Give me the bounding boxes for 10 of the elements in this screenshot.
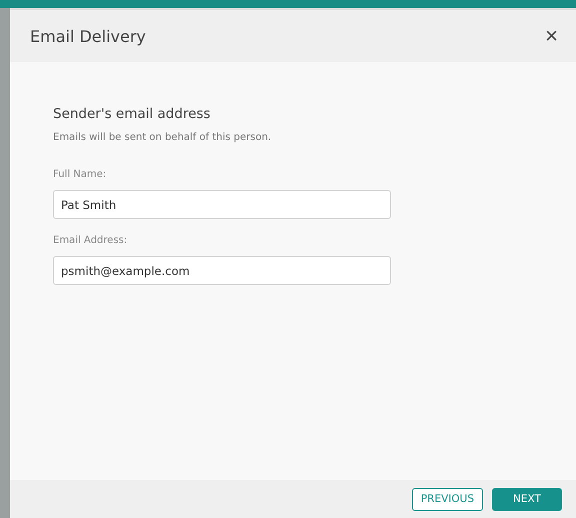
previous-button[interactable]: PREVIOUS [412,488,483,510]
dialog-title: Email Delivery [30,26,146,46]
input-field[interactable]: Pat Smith [53,190,391,219]
section-heading: Sender's email address [53,106,212,122]
input-field[interactable]: psmith@example.com [53,256,391,285]
section-description: Emails will be sent on behalf of this person. [53,132,272,143]
close-button[interactable]: × [541,25,562,47]
field-label: Email Address: [53,235,128,246]
next-button[interactable]: NEXT [492,488,562,510]
field-label: Full Name: [53,169,108,180]
